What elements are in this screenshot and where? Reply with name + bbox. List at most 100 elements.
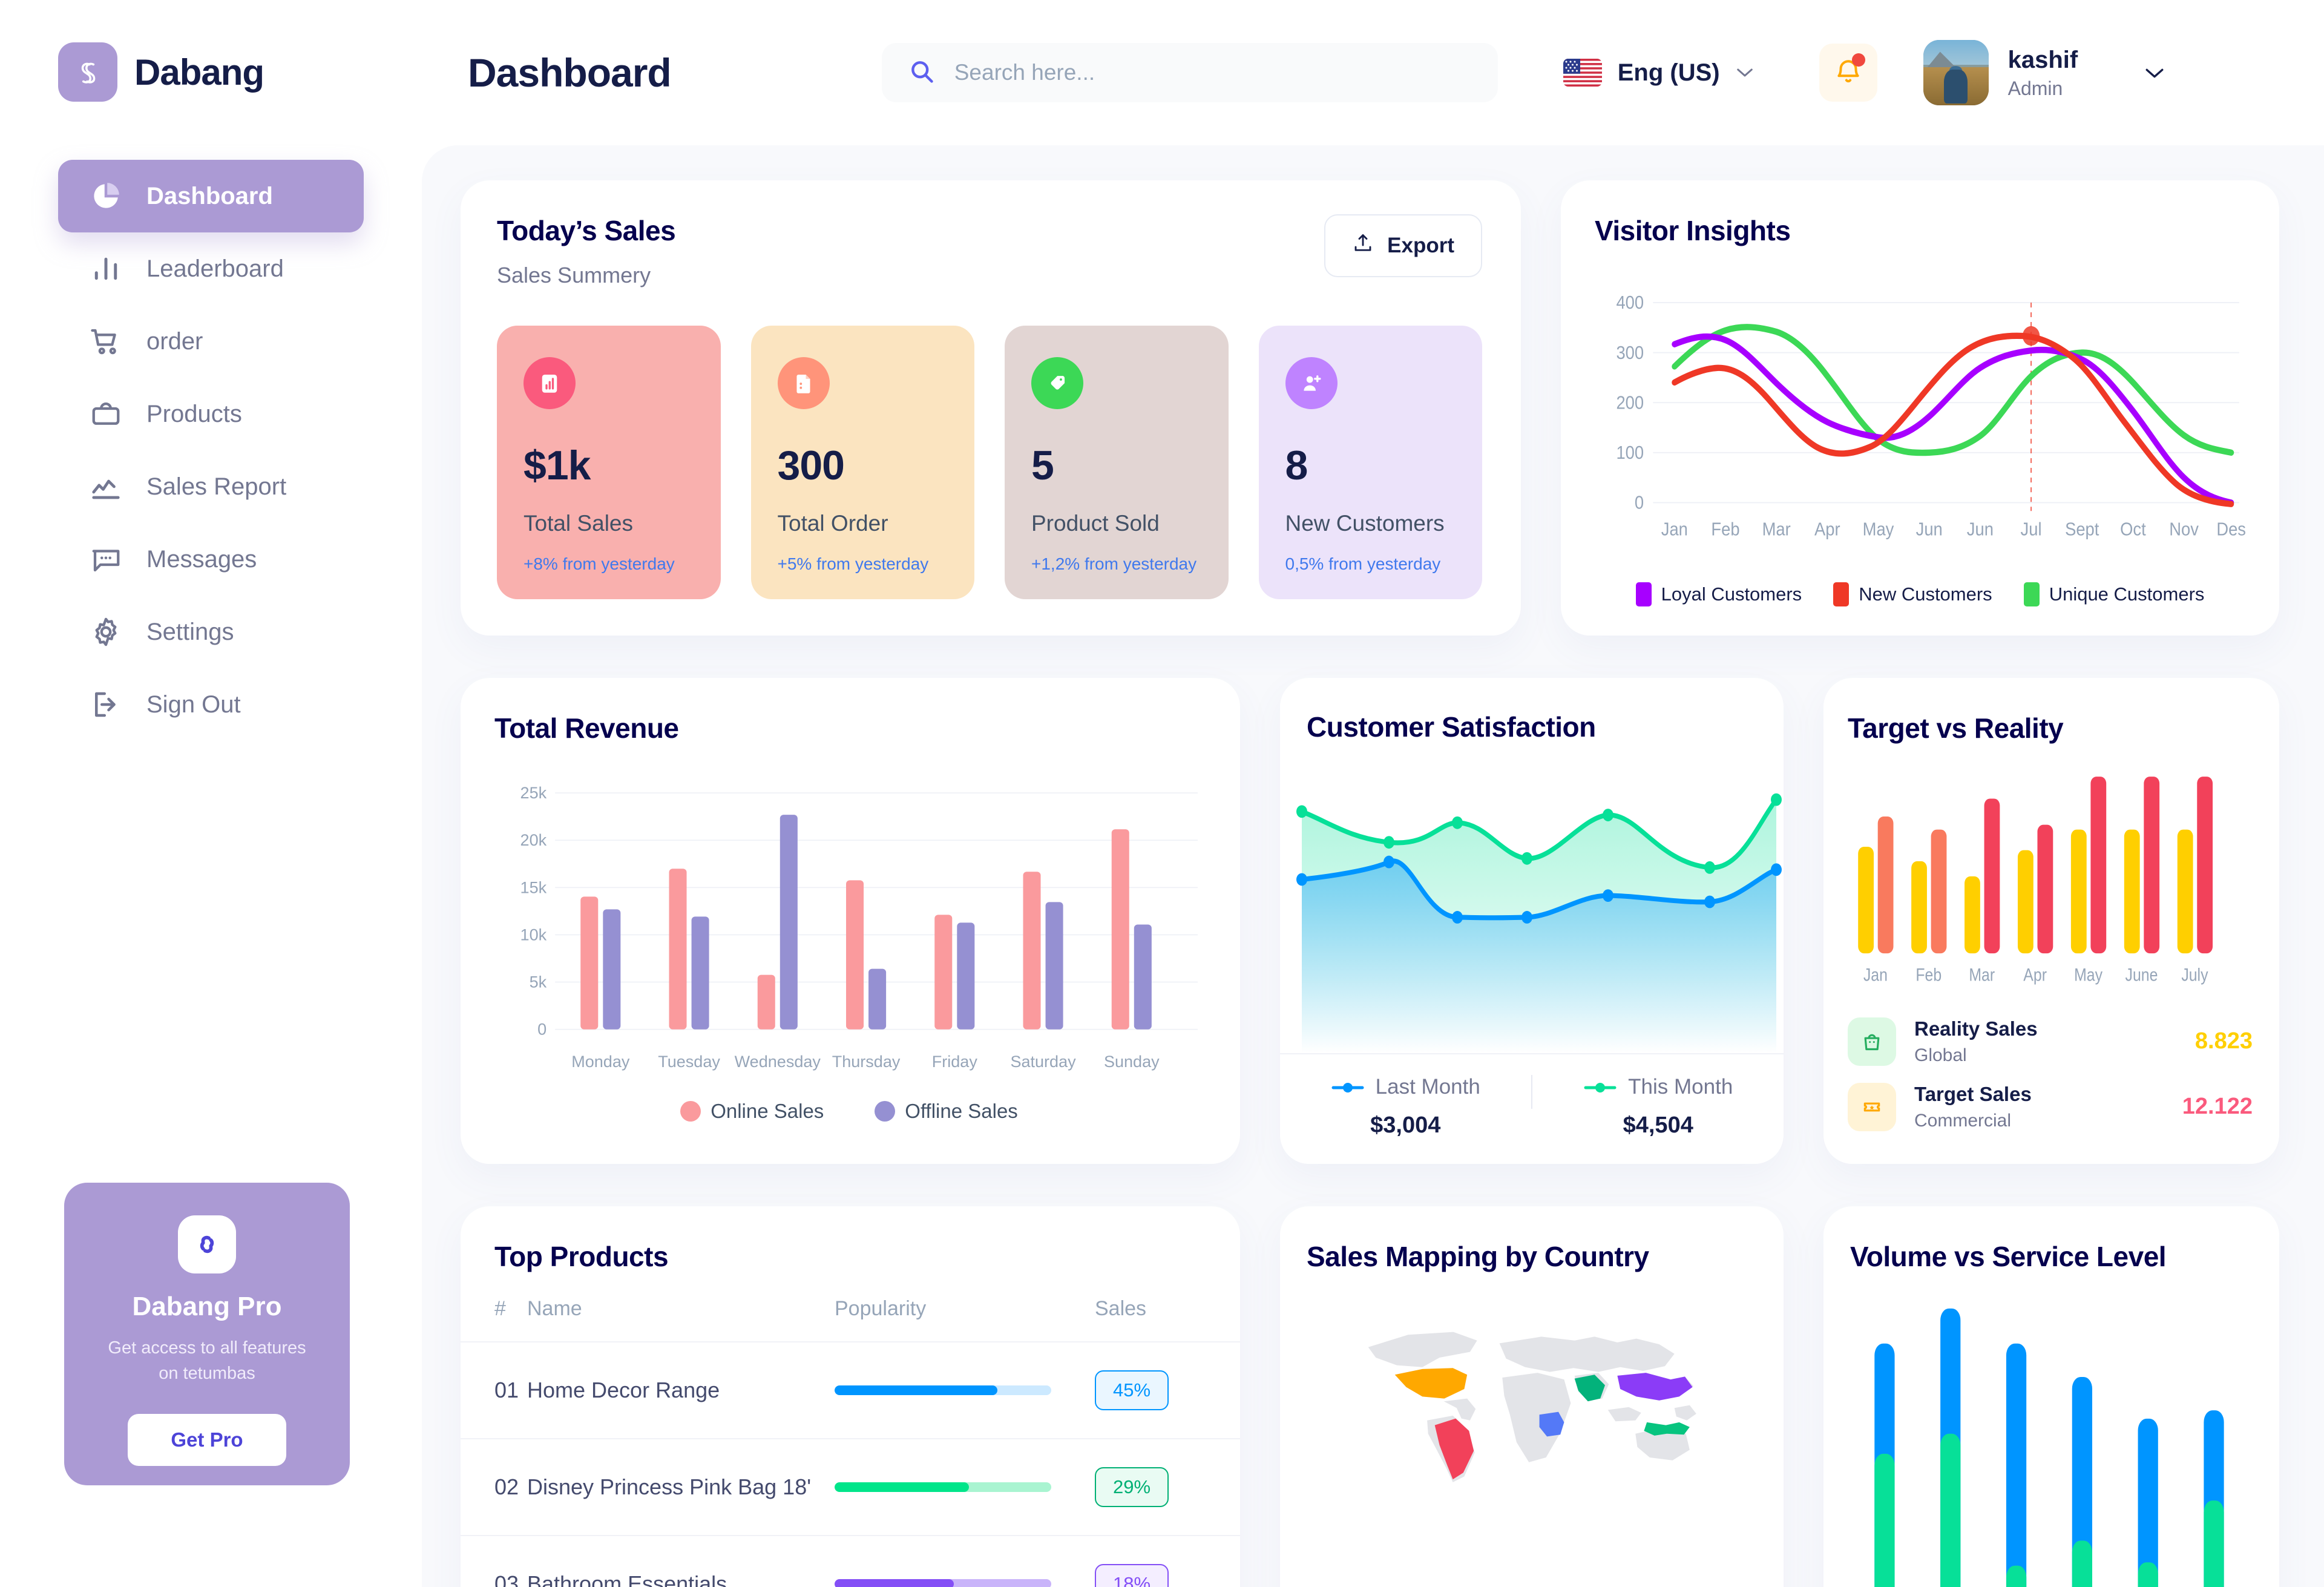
row-2: Total Revenue 25k 20k 15k 10k 5k 0 Monda… [461,678,2279,1164]
stat-value: 5 [1031,442,1054,488]
svg-text:Jun: Jun [1916,519,1943,540]
row-name: Home Decor Range [527,1341,835,1439]
row-number: 02 [461,1438,527,1536]
sidebar-item-sales-report[interactable]: Sales Report [58,450,364,523]
svg-text:300: 300 [1616,343,1644,363]
dabang-logo-icon [58,42,117,102]
sidebar-item-leaderboard[interactable]: Leaderboard [58,232,364,305]
card-subtitle: Sales Summery [497,263,651,288]
volume-service-card: Volume vs Service Level [1823,1206,2279,1587]
us-flag-icon [1563,59,1602,87]
stat-card-new-customers: 8 New Customers 0,5% from yesterday [1258,326,1482,599]
visitor-insights-card: Visitor Insights 400 300 200 100 0 Jan F… [1561,180,2279,636]
legend-swatch [1635,582,1652,606]
sidebar-item-order[interactable]: order [58,305,364,378]
legend-label: This Month [1628,1074,1733,1099]
svg-text:Nov: Nov [2169,519,2199,540]
card-title: Target vs Reality [1848,712,2064,744]
sidebar-item-label: Sales Report [146,473,287,500]
last-month-value: $3,004 [1370,1112,1441,1138]
table-row[interactable]: 01 Home Decor Range 45% [461,1341,1240,1439]
status-badge: 45% [1095,1370,1169,1410]
svg-text:Feb: Feb [1915,964,1942,985]
legend-target-sales: Target Sales Commercial 12.122 [1848,1074,2253,1140]
promo-title: Dabang Pro [132,1292,282,1321]
svg-text:20k: 20k [520,831,547,849]
stat-label: Total Order [777,511,888,536]
sign-out-icon [90,688,122,721]
visitor-insights-chart: 400 300 200 100 0 Jan Feb Mar Apr May Jun Jun Ju… [1595,275,2245,567]
legend-value: 12.122 [2182,1094,2253,1120]
total-revenue-legend: Online Sales Offline Sales [494,1100,1204,1123]
legend-swatch [2023,582,2040,606]
legend-value: 8.823 [2194,1028,2253,1054]
search-bar[interactable] [881,43,1498,102]
line-marker-icon [1583,1075,1617,1099]
stat-label: Total Sales [524,511,633,536]
table-row[interactable]: 03 Bathroom Essentials 18% [461,1534,1240,1587]
language-selector[interactable]: Eng (US) [1563,59,1754,87]
sidebar-item-messages[interactable]: Messages [58,523,364,596]
total-revenue-card: Total Revenue 25k 20k 15k 10k 5k 0 Monda… [461,678,1240,1164]
target-vs-reality-card: Target vs Reality Jan Feb Mar Apr May Ju… [1823,678,2279,1164]
sidebar-item-products[interactable]: Products [58,378,364,450]
svg-text:Tuesday: Tuesday [658,1053,720,1071]
pie-chart-icon [90,180,122,212]
svg-text:200: 200 [1616,393,1644,413]
col-header-num: # [494,1296,506,1320]
chevron-down-icon [1736,67,1754,78]
customer-satisfaction-card: Customer Satisfaction Last Month $3,004 … [1280,678,1784,1164]
col-header-name: Name [527,1296,582,1320]
dabang-pro-logo-icon [178,1215,236,1273]
legend-label: Offline Sales [905,1099,1018,1122]
legend-item: Loyal Customers [1635,582,1802,606]
row-popularity [835,1534,1095,1587]
legend-label: Loyal Customers [1661,583,1802,605]
ticket-star-icon [1848,1082,1896,1131]
card-title: Visitor Insights [1595,215,1791,246]
legend-swatch [875,1100,896,1122]
svg-text:Thursday: Thursday [832,1053,901,1071]
stat-value: 300 [777,442,845,488]
top-products-table: # Name Popularity Sales 01 Home Decor Ra… [461,1297,1240,1587]
export-button[interactable]: Export [1324,214,1482,277]
stat-delta: +8% from yesterday [524,554,675,573]
svg-text:25k: 25k [520,784,547,802]
brand[interactable]: Dabang [0,0,422,102]
search-input[interactable] [954,60,1471,85]
sidebar-item-label: Messages [146,545,257,573]
page-title: Dashboard [468,50,672,95]
volume-service-chart [1850,1293,2253,1587]
svg-text:5k: 5k [530,973,547,991]
sidebar-item-sign-out[interactable]: Sign Out [58,668,364,741]
bar-chart-icon [90,252,122,285]
svg-text:Wednesday: Wednesday [735,1053,821,1071]
visitor-insights-legend: Loyal Customers New Customers Unique Cus… [1595,582,2245,606]
notifications-button[interactable] [1819,44,1877,102]
stat-value: 8 [1285,442,1308,488]
sidebar-item-dashboard[interactable]: Dashboard [58,160,364,232]
promo-card: Dabang Pro Get access to all features on… [64,1183,350,1485]
col-header-sales: Sales [1095,1296,1147,1320]
user-menu[interactable]: kashif Admin [1923,40,2164,105]
legend-label: Online Sales [711,1099,824,1122]
sales-mapping-card: Sales Mapping by Country [1280,1206,1784,1587]
row-name: Bathroom Essentials [527,1534,835,1587]
top-products-card: Top Products # Name Popularity Sales 01 … [461,1206,1240,1587]
sidebar-item-label: Leaderboard [146,255,284,282]
stat-cards: $1k Total Sales +8% from yesterday 300 T… [497,326,1482,599]
export-icon [1352,232,1374,260]
row-3: Top Products # Name Popularity Sales 01 … [461,1206,2279,1587]
get-pro-button[interactable]: Get Pro [128,1414,286,1467]
svg-text:10k: 10k [520,925,547,944]
sidebar-item-settings[interactable]: Settings [58,596,364,668]
main-area: Dashboard Search here... Eng (US) kashif… [422,0,2324,1587]
export-label: Export [1387,234,1454,257]
popularity-bar [835,1482,1051,1492]
app-root: Dabang Dashboard Leaderboard order Produ… [0,0,2324,1587]
this-month-summary: This Month $4,504 [1532,1075,1784,1138]
svg-text:400: 400 [1616,293,1644,314]
map-region-indonesia [1644,1422,1690,1436]
legend-title: Reality Sales [1914,1017,2038,1040]
table-row[interactable]: 02 Disney Princess Pink Bag 18' 29% [461,1438,1240,1536]
